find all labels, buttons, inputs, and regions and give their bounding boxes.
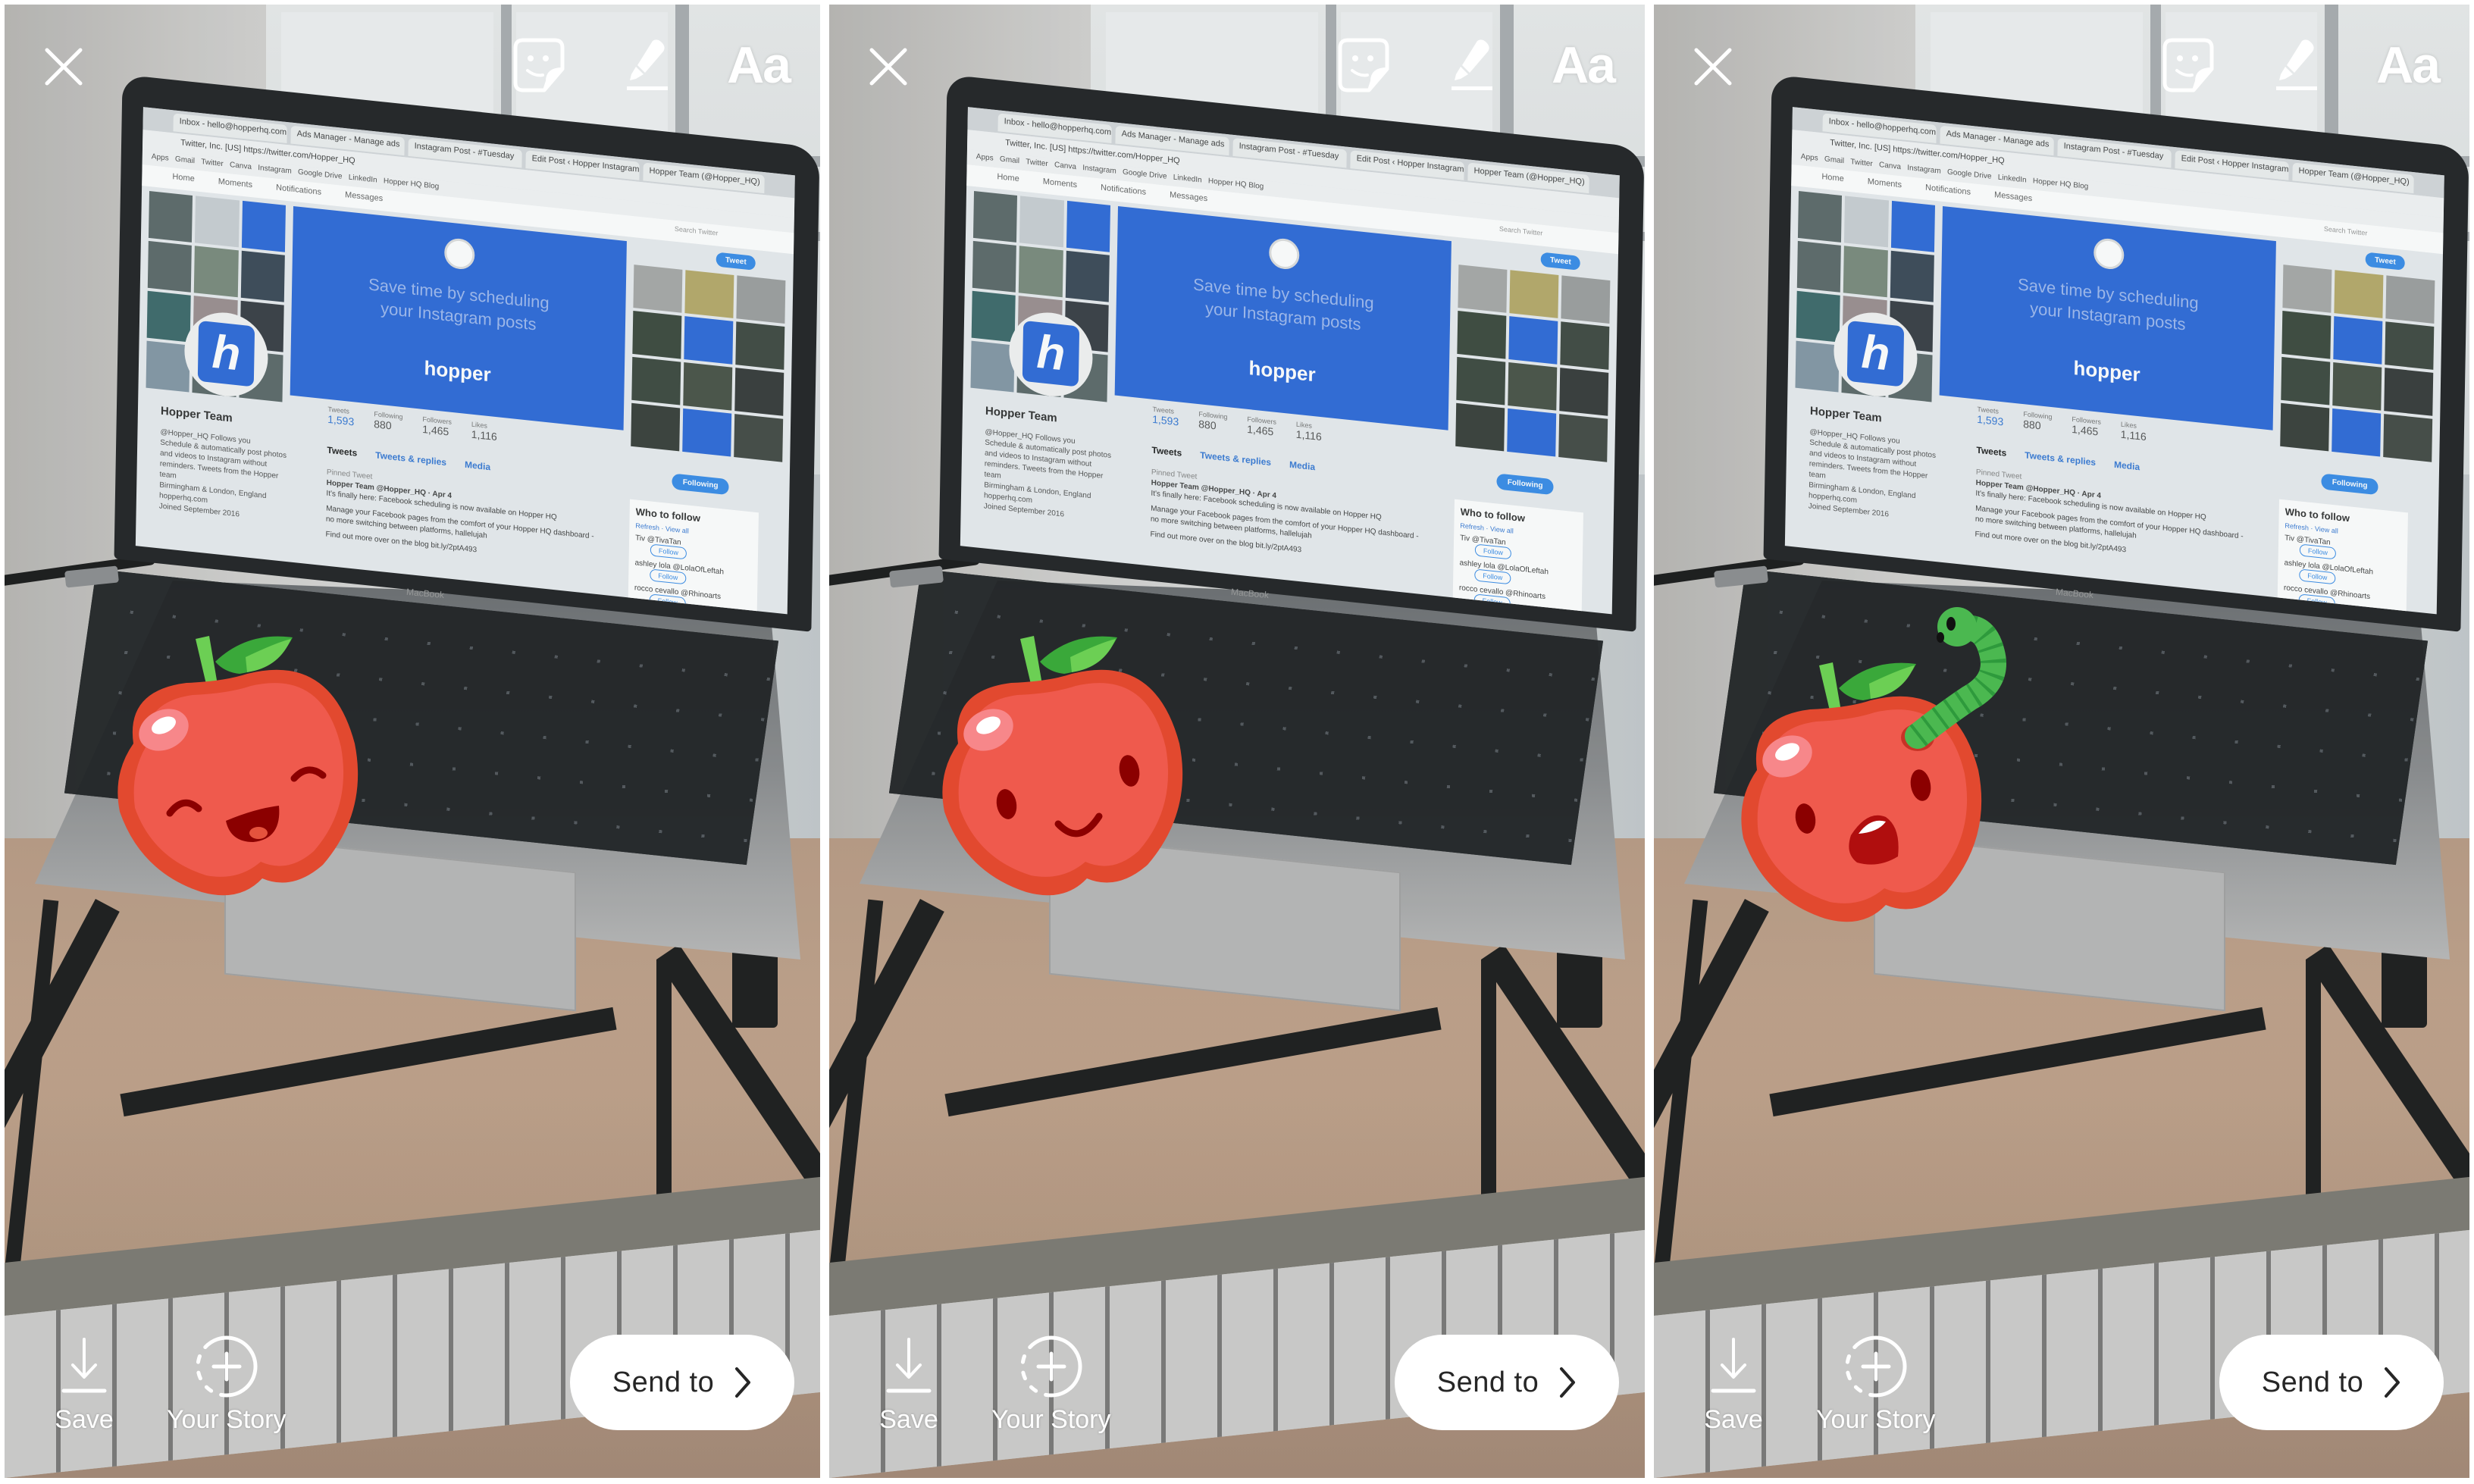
close-button[interactable] — [1690, 44, 1736, 89]
apple-sticker[interactable] — [1719, 600, 2022, 925]
draw-button[interactable] — [619, 35, 674, 95]
save-button[interactable]: Save — [1699, 1332, 1768, 1435]
your-story-icon-wrap — [1017, 1332, 1085, 1401]
draw-button[interactable] — [2269, 35, 2323, 95]
marker-pen-icon — [627, 39, 669, 90]
save-icon-wrap — [1699, 1332, 1768, 1401]
apple-tongue — [249, 827, 268, 839]
your-story-button[interactable]: Your Story — [167, 1332, 287, 1435]
your-story-icon-wrap — [193, 1332, 261, 1401]
text-tool-button[interactable]: Aa — [1552, 35, 1616, 95]
sticker-icon — [513, 38, 565, 92]
top-toolbar: Aa — [1336, 35, 1616, 95]
worm-eye — [1937, 632, 1944, 643]
chevron-right-icon — [2385, 1367, 2400, 1398]
add-story-icon — [1020, 1335, 1082, 1398]
close-icon — [869, 48, 907, 86]
apple-sticker-graphic — [942, 636, 1183, 896]
send-to-button[interactable]: Send to — [1395, 1335, 1619, 1430]
chevron-right-icon — [735, 1367, 751, 1398]
sticker-icon — [1338, 38, 1389, 92]
your-story-button[interactable]: Your Story — [991, 1332, 1111, 1435]
download-arrow-icon — [1711, 1338, 1756, 1393]
bottom-actions: Save Your Story — [1699, 1332, 1936, 1435]
close-button[interactable] — [41, 44, 86, 89]
sticker-icon — [2162, 38, 2214, 92]
top-toolbar: Aa — [2161, 35, 2441, 95]
your-story-label: Your Story — [991, 1405, 1111, 1434]
sticker-button[interactable] — [2161, 35, 2216, 95]
close-button[interactable] — [866, 44, 911, 89]
story-editor-panel-2: Inbox - hello@hopperhq.com Ads Manager -… — [829, 5, 1645, 1478]
story-editor-panel-1: Inbox - hello@hopperhq.com Ads Manager -… — [5, 5, 820, 1478]
your-story-button[interactable]: Your Story — [1816, 1332, 1936, 1435]
marker-pen-icon — [2276, 39, 2318, 90]
send-to-button[interactable]: Send to — [2219, 1335, 2444, 1430]
marker-pen-icon — [1452, 39, 1493, 90]
apple-sticker-graphic — [1741, 607, 2006, 922]
save-button[interactable]: Save — [50, 1332, 118, 1435]
save-label: Save — [879, 1405, 938, 1434]
apple-sticker[interactable] — [928, 615, 1185, 903]
sticker-button[interactable] — [1336, 35, 1391, 95]
your-story-label: Your Story — [1816, 1405, 1936, 1434]
top-toolbar: Aa — [512, 35, 791, 95]
save-icon-wrap — [875, 1332, 943, 1401]
worm-eye — [1946, 617, 1956, 631]
bottom-actions: Save Your Story — [50, 1332, 287, 1435]
send-to-button[interactable]: Send to — [570, 1335, 794, 1430]
close-icon — [1694, 48, 1732, 86]
save-button[interactable]: Save — [875, 1332, 943, 1435]
save-label: Save — [1704, 1405, 1763, 1434]
your-story-icon-wrap — [1842, 1332, 1910, 1401]
apple-sticker-graphic — [117, 636, 359, 896]
bottom-actions: Save Your Story — [875, 1332, 1111, 1435]
sticker-button[interactable] — [512, 35, 566, 95]
story-editor-panel-3: Inbox - hello@hopperhq.com Ads Manager -… — [1654, 5, 2469, 1478]
download-arrow-icon — [61, 1338, 107, 1393]
draw-button[interactable] — [1444, 35, 1498, 95]
chevron-right-icon — [1560, 1367, 1576, 1398]
apple-sticker[interactable] — [103, 615, 361, 903]
download-arrow-icon — [886, 1338, 932, 1393]
add-story-icon — [1845, 1335, 1907, 1398]
send-to-label: Send to — [2261, 1366, 2364, 1398]
send-to-label: Send to — [1436, 1366, 1539, 1398]
text-tool-button[interactable]: Aa — [2376, 35, 2441, 95]
close-icon — [45, 48, 83, 86]
save-icon-wrap — [50, 1332, 118, 1401]
text-tool-button[interactable]: Aa — [727, 35, 791, 95]
your-story-label: Your Story — [167, 1405, 287, 1434]
send-to-label: Send to — [612, 1366, 715, 1398]
save-label: Save — [55, 1405, 114, 1434]
add-story-icon — [196, 1335, 258, 1398]
